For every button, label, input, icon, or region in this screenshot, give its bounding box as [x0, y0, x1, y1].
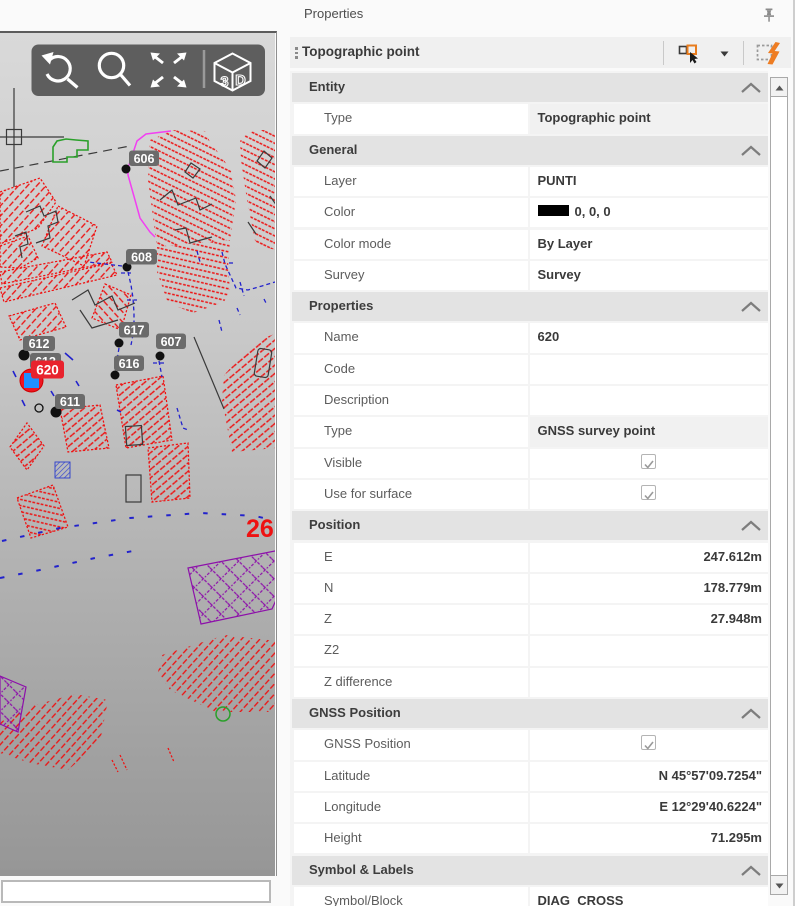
svg-text:D: D	[235, 73, 245, 89]
svg-text:608: 608	[131, 250, 152, 264]
svg-text:620: 620	[36, 363, 59, 378]
svg-text:3: 3	[220, 75, 228, 91]
svg-text:611: 611	[60, 395, 80, 409]
svg-text:606: 606	[134, 152, 155, 166]
svg-text:607: 607	[161, 335, 182, 349]
svg-text:617: 617	[124, 323, 145, 337]
svg-text:26: 26	[246, 515, 274, 543]
svg-text:612: 612	[29, 337, 50, 351]
svg-text:616: 616	[119, 357, 140, 371]
